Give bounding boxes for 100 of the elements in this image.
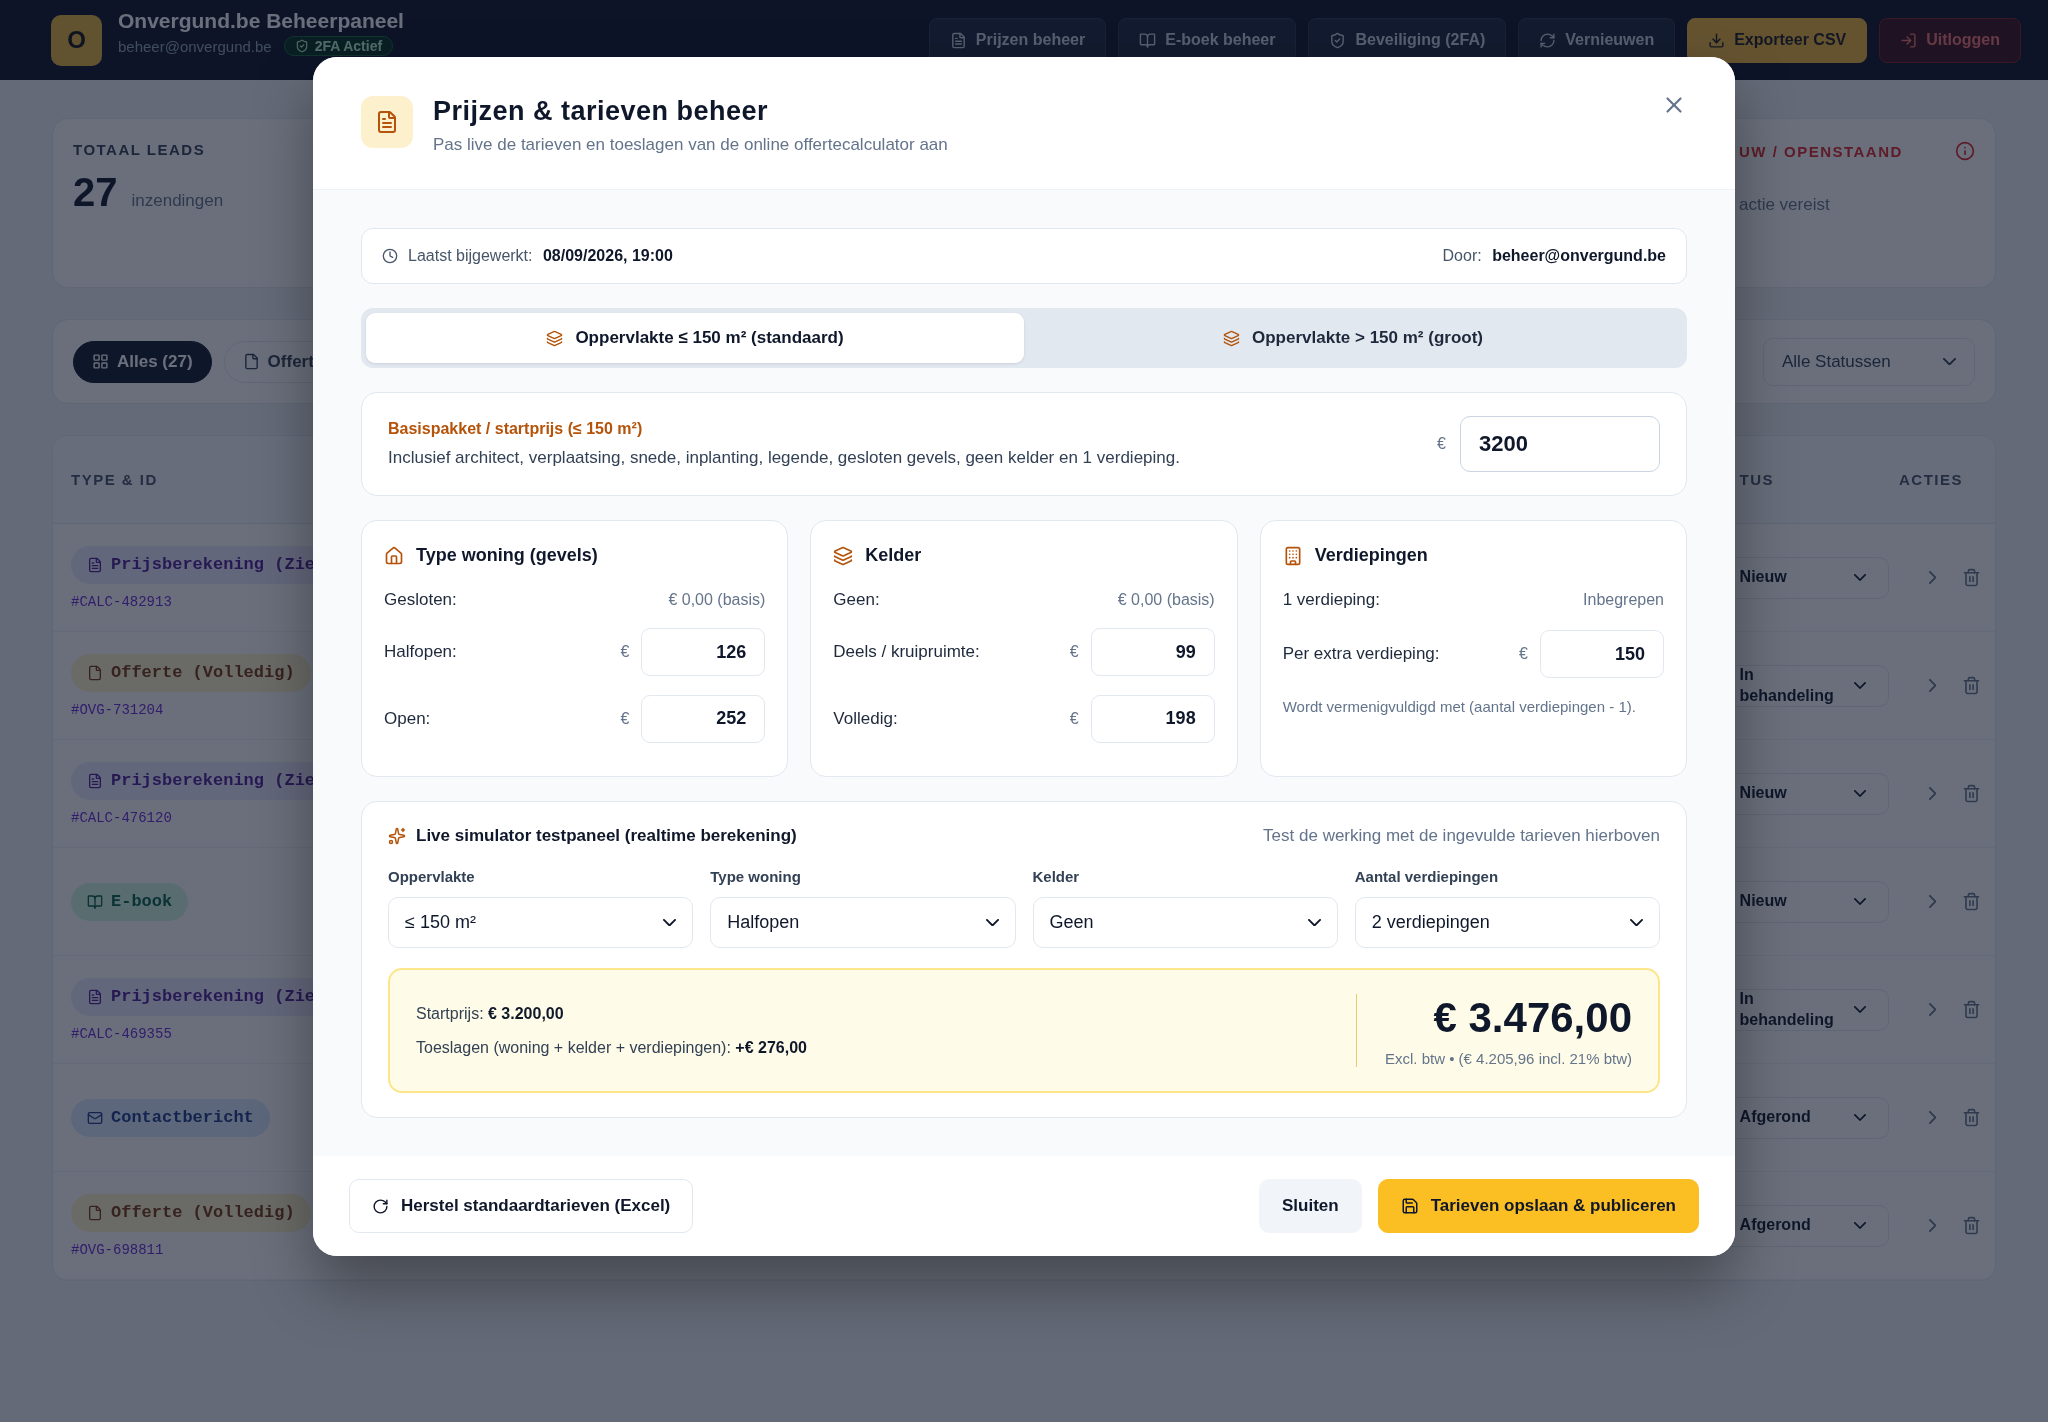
- size-tab[interactable]: Oppervlakte ≤ 150 m² (standaard): [366, 313, 1024, 363]
- chevron-down-icon: [1853, 1114, 1866, 1121]
- type-badge: E-book: [71, 882, 189, 921]
- last-updated-text: Laatst bijgewerkt: 08/09/2026, 19:00: [408, 247, 673, 265]
- save-icon: [1400, 1197, 1419, 1215]
- status-badge: 2FA Actief: [283, 36, 394, 56]
- chevron-right-icon[interactable]: [1928, 1219, 1936, 1232]
- layers-icon: [833, 545, 854, 566]
- document-icon: [87, 988, 103, 1005]
- select-field[interactable]: ≤ 150 m²: [388, 897, 694, 948]
- field-label: Aantal verdiepingen: [1354, 868, 1500, 885]
- select-field[interactable]: Halfopen: [710, 897, 1016, 948]
- file-icon: [87, 664, 103, 681]
- price-label: Open:: [384, 708, 432, 729]
- surcharges-line: Toeslagen (woning + kelder + verdiepingen): +€ 276,00: [416, 1038, 808, 1057]
- field-label: Kelder: [1032, 868, 1081, 885]
- shield-icon: [1329, 31, 1347, 49]
- simulator-title: Live simulator testpaneel (realtime berekening): [416, 826, 797, 846]
- dialog-subtitle: Pas live de tarieven en toeslagen van de online offertecalculator aan: [433, 135, 949, 155]
- grid-icon: [92, 353, 109, 370]
- price-label: Halfopen:: [384, 642, 458, 663]
- refresh-icon: [1539, 31, 1557, 49]
- chevron-down-icon: [1853, 682, 1866, 689]
- clock-icon: [382, 248, 398, 264]
- field-label: Oppervlakte: [388, 868, 476, 885]
- stat-caption: inzendingen: [131, 191, 224, 211]
- book-icon: [1139, 31, 1157, 49]
- close-button[interactable]: Sluiten: [1259, 1179, 1362, 1233]
- header-button[interactable]: Uitloggen: [1879, 17, 2021, 63]
- file-icon: [87, 1204, 103, 1221]
- stat-label: TOTAAL LEADS: [73, 141, 206, 158]
- file-icon: [242, 353, 260, 370]
- price-input[interactable]: 252: [641, 694, 766, 743]
- select-field[interactable]: Geen: [1032, 897, 1338, 948]
- header-button[interactable]: Exporteer CSV: [1687, 17, 1868, 63]
- column-header: TYPE & ID: [71, 471, 158, 488]
- chevron-right-icon[interactable]: [1928, 1003, 1936, 1016]
- app-title: Onvergund.be Beheerpaneel: [118, 9, 405, 33]
- house-icon: [384, 545, 404, 566]
- chevron-down-icon: [1853, 1006, 1866, 1013]
- price-label: Per extra verdieping:: [1282, 644, 1441, 664]
- trash-icon[interactable]: [1962, 1216, 1981, 1235]
- column-header: TUS: [1739, 471, 1774, 488]
- chevron-down-icon: [1853, 790, 1866, 797]
- currency-sign: €: [620, 709, 630, 728]
- price-label: 1 verdieping:: [1282, 590, 1381, 610]
- chevron-down-icon: [985, 918, 999, 927]
- price-label: Geen:: [833, 589, 881, 610]
- price-input[interactable]: 126: [641, 628, 766, 677]
- chevron-right-icon[interactable]: [1928, 787, 1936, 800]
- trash-icon[interactable]: [1962, 784, 1981, 803]
- chevron-down-icon: [663, 918, 677, 927]
- chevron-right-icon[interactable]: [1928, 895, 1936, 908]
- select-field[interactable]: 2 verdiepingen: [1354, 897, 1660, 948]
- chevron-right-icon[interactable]: [1928, 571, 1936, 584]
- layers-icon: [546, 329, 564, 347]
- card-title: Verdiepingen: [1314, 545, 1428, 566]
- chevron-down-icon: [1853, 1222, 1866, 1229]
- shield-icon: [294, 39, 309, 53]
- sparkles-icon: [388, 827, 406, 845]
- price-input[interactable]: 150: [1540, 630, 1664, 678]
- price-value: € 0,00 (basis): [668, 590, 766, 609]
- save-button[interactable]: Tarieven opslaan & publiceren: [1377, 1179, 1699, 1233]
- trash-icon[interactable]: [1962, 892, 1981, 911]
- trash-icon[interactable]: [1962, 676, 1981, 695]
- type-badge: Offerte (Volledig): [71, 1193, 311, 1232]
- mail-icon: [87, 1109, 103, 1126]
- type-badge: Contactbericht: [71, 1098, 270, 1137]
- currency-sign: €: [1519, 645, 1528, 663]
- document-icon: [87, 556, 103, 573]
- currency-sign: €: [1069, 643, 1079, 662]
- chevron-down-icon: [1853, 574, 1866, 581]
- lead-id: #OVG-731204: [71, 701, 164, 718]
- trash-icon[interactable]: [1962, 568, 1981, 587]
- card-title: Type woning (gevels): [416, 545, 598, 566]
- layers-icon: [1223, 329, 1240, 347]
- chevron-right-icon[interactable]: [1928, 679, 1936, 692]
- trash-icon[interactable]: [1962, 1108, 1981, 1127]
- price-label: Volledig:: [833, 708, 899, 729]
- reset-button[interactable]: Herstel standaardtarieven (Excel): [349, 1179, 694, 1233]
- trash-icon[interactable]: [1962, 1000, 1981, 1019]
- document-icon: [87, 772, 103, 789]
- price-input[interactable]: 198: [1090, 694, 1215, 743]
- chevron-down-icon: [1307, 918, 1321, 927]
- lead-id: #CALC-469355: [71, 1025, 172, 1042]
- stat-caption: actie vereist: [1739, 195, 1830, 215]
- status-select[interactable]: Alle Statussen: [1763, 337, 1975, 386]
- size-tab[interactable]: Oppervlakte > 150 m² (groot): [1024, 313, 1682, 363]
- user-email: beheer@onvergund.be: [118, 37, 272, 55]
- price-input[interactable]: 99: [1090, 628, 1215, 677]
- chevron-right-icon[interactable]: [1928, 1111, 1936, 1124]
- base-price-input[interactable]: 3200: [1460, 416, 1660, 472]
- price-label: Deels / kruipruimte:: [833, 642, 981, 663]
- filter-pill[interactable]: Alles (27): [73, 340, 212, 383]
- updated-by-text: Door: beheer@onvergund.be: [1442, 247, 1666, 265]
- base-price-title: Basispakket / startprijs (≤ 150 m²): [388, 420, 644, 438]
- currency-sign: €: [1437, 435, 1446, 453]
- dialog-title: Prijzen & tarieven beheer: [433, 96, 770, 127]
- login-icon: [1900, 31, 1918, 49]
- document-icon: [949, 31, 967, 49]
